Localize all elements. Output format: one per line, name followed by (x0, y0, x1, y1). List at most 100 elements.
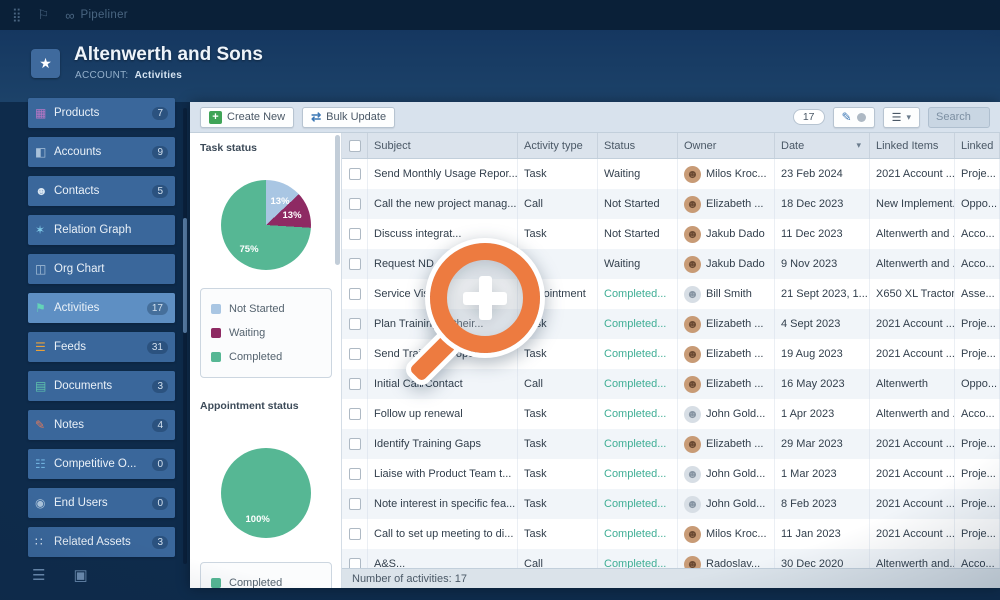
cell-linked-items: Altenwerth and ... (870, 399, 955, 429)
row-checkbox[interactable] (349, 438, 361, 450)
table-row[interactable]: Service Vis...AppointmentCompleted...☻Bi… (342, 279, 1000, 309)
edit-button[interactable]: ✎ (833, 107, 875, 128)
owner-avatar: ☻ (684, 496, 701, 513)
sidebar-item-relation-graph[interactable]: ✶Relation Graph (28, 215, 175, 245)
table-row[interactable]: Initial Call/ContactCallCompleted...☻Eli… (342, 369, 1000, 399)
col-activity-type[interactable]: Activity type (518, 133, 598, 158)
cell-linked-type: Acco... (955, 249, 1000, 279)
table-row[interactable]: Identify Training GapsTaskCompleted...☻E… (342, 429, 1000, 459)
sidebar-scrollbar-thumb[interactable] (183, 218, 187, 333)
owner-name: Jakub Dado (706, 258, 765, 270)
table-row[interactable]: Send Training ProposalTaskCompleted...☻E… (342, 339, 1000, 369)
table-row[interactable]: A&S...CallCompleted...☻Radoslav...30 Dec… (342, 549, 1000, 568)
panel-toggle-icon[interactable]: ▣ (73, 566, 87, 584)
row-checkbox[interactable] (349, 498, 361, 510)
row-checkbox[interactable] (349, 168, 361, 180)
owner-avatar: ☻ (684, 166, 701, 183)
favorite-star-button[interactable]: ★ (31, 49, 60, 78)
row-checkbox[interactable] (349, 408, 361, 420)
row-checkbox[interactable] (349, 558, 361, 568)
cell-status: Completed... (598, 459, 678, 489)
table-row[interactable]: Call to set up meeting to di...TaskCompl… (342, 519, 1000, 549)
sidebar-item-accounts[interactable]: ◧Accounts9 (28, 137, 175, 167)
cell-subject: Call to set up meeting to di... (368, 519, 518, 549)
sidebar-item-related-assets[interactable]: ∷Related Assets3 (28, 527, 175, 557)
row-checkbox[interactable] (349, 288, 361, 300)
sidebar-item-activities[interactable]: ⚑Activities17 (28, 293, 175, 323)
sidebar-item-feeds[interactable]: ☰Feeds31 (28, 332, 175, 362)
accounts-icon: ◧ (35, 145, 54, 159)
cell-activity-type: Task (518, 309, 598, 339)
cell-subject: Initial Call/Contact (368, 369, 518, 399)
sidebar-item-documents[interactable]: ▤Documents3 (28, 371, 175, 401)
sidebar-item-products[interactable]: ▦Products7 (28, 98, 175, 128)
cell-date: 29 Mar 2023 (775, 429, 870, 459)
app-grid-icon[interactable]: ⣿ (12, 7, 22, 23)
appointment-status-legend: Completed (200, 562, 332, 588)
task-status-title: Task status (200, 142, 341, 154)
row-checkbox[interactable] (349, 468, 361, 480)
table-row[interactable]: Follow up renewalTaskCompleted...☻John G… (342, 399, 1000, 429)
cell-linked-type: Proje... (955, 489, 1000, 519)
legend-label: Completed (229, 351, 282, 363)
col-date[interactable]: Date ▾ (775, 133, 870, 158)
row-checkbox[interactable] (349, 348, 361, 360)
cell-activity-type: Appointment (518, 279, 598, 309)
col-owner[interactable]: Owner (678, 133, 775, 158)
create-new-button[interactable]: + Create New (200, 107, 294, 128)
table-row[interactable]: Send Monthly Usage Repor...TaskWaiting☻M… (342, 159, 1000, 189)
col-linked-items[interactable]: Linked Items (870, 133, 955, 158)
table-row[interactable]: Call the new project manag...CallNot Sta… (342, 189, 1000, 219)
table-row[interactable]: Liaise with Product Team t...TaskComplet… (342, 459, 1000, 489)
cell-owner: ☻Jakub Dado (678, 219, 775, 249)
brand-text: Pipeliner (80, 9, 127, 21)
cell-activity-type: Task (518, 459, 598, 489)
page-title: Altenwerth and Sons (74, 44, 263, 66)
row-checkbox[interactable] (349, 318, 361, 330)
activities-toolbar: + Create New ⇄ Bulk Update 17 ✎ ☰ ▾ (190, 102, 1000, 133)
row-checkbox[interactable] (349, 228, 361, 240)
table-row[interactable]: Discuss integrat...TaskNot Started☻Jakub… (342, 219, 1000, 249)
cell-owner: ☻Radoslav... (678, 549, 775, 568)
table-row[interactable]: Note interest in specific fea...TaskComp… (342, 489, 1000, 519)
table-row[interactable]: Plan Training ... their...TaskCompleted.… (342, 309, 1000, 339)
cell-linked-type: Proje... (955, 339, 1000, 369)
cell-activity-type: Call (518, 369, 598, 399)
row-checkbox[interactable] (349, 528, 361, 540)
legend-item: Waiting (211, 321, 321, 345)
sidebar-item-org-chart[interactable]: ◫Org Chart (28, 254, 175, 284)
sidebar-scrollbar[interactable] (183, 108, 187, 564)
col-subject[interactable]: Subject (368, 133, 518, 158)
cell-status: Completed... (598, 309, 678, 339)
row-checkbox[interactable] (349, 378, 361, 390)
menu-icon[interactable]: ☰ (32, 566, 45, 584)
activities-icon: ⚑ (35, 301, 54, 315)
sidebar-item-contacts[interactable]: ☻Contacts5 (28, 176, 175, 206)
table-body: Send Monthly Usage Repor...TaskWaiting☻M… (342, 159, 1000, 568)
cell-subject: Note interest in specific fea... (368, 489, 518, 519)
cell-linked-type: Acco... (955, 399, 1000, 429)
table-row[interactable]: Request ND...Waiting☻Jakub Dado9 Nov 202… (342, 249, 1000, 279)
search-input[interactable] (928, 107, 990, 128)
cell-subject: Plan Training ... their... (368, 309, 518, 339)
sidebar-item-end-users[interactable]: ◉End Users0 (28, 488, 175, 518)
bulk-update-icon: ⇄ (311, 110, 321, 124)
view-options-button[interactable]: ☰ ▾ (883, 107, 920, 128)
pencil-icon: ✎ (842, 110, 852, 124)
col-linked[interactable]: Linked (955, 133, 1000, 158)
sort-caret-icon[interactable]: ▾ (856, 140, 863, 151)
topbar: ⣿ ⚐ ∞ Pipeliner (0, 0, 1000, 30)
sidebar-item-notes[interactable]: ✎Notes4 (28, 410, 175, 440)
col-status[interactable]: Status (598, 133, 678, 158)
cell-date: 11 Jan 2023 (775, 519, 870, 549)
select-all-checkbox[interactable] (349, 140, 361, 152)
owner-avatar: ☻ (684, 196, 701, 213)
megaphone-icon[interactable]: ⚐ (38, 7, 50, 23)
row-checkbox[interactable] (349, 258, 361, 270)
sidebar-item-competitive-o[interactable]: ☷Competitive O...0 (28, 449, 175, 479)
cell-status: Completed... (598, 279, 678, 309)
row-checkbox[interactable] (349, 198, 361, 210)
charts-scrollbar-thumb[interactable] (335, 135, 340, 265)
owner-name: Elizabeth ... (706, 318, 763, 330)
bulk-update-button[interactable]: ⇄ Bulk Update (302, 107, 395, 128)
